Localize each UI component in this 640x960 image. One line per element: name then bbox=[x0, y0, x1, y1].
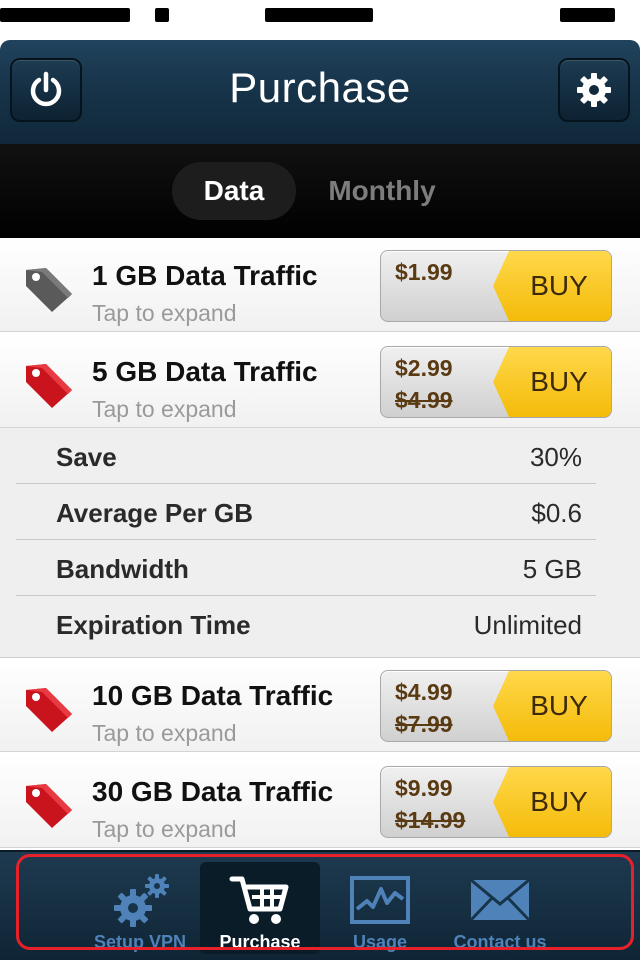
price: $4.99 bbox=[395, 679, 453, 705]
expand-hint: Tap to expand bbox=[92, 396, 237, 422]
detail-label: Bandwidth bbox=[56, 554, 189, 584]
price-tag-icon bbox=[26, 784, 72, 828]
product-row[interactable]: 1 GB Data Traffic Tap to expand $1.99 BU… bbox=[0, 238, 640, 332]
detail-value: $0.6 bbox=[531, 498, 582, 528]
gears-icon bbox=[114, 874, 169, 927]
price: $9.99 bbox=[395, 775, 453, 801]
navigation-bar: Purchase bbox=[0, 40, 640, 144]
expand-hint: Tap to expand bbox=[92, 720, 237, 746]
envelope-icon bbox=[469, 878, 531, 922]
tab-label: Contact us bbox=[453, 932, 547, 952]
chart-icon bbox=[350, 876, 410, 924]
gear-icon bbox=[577, 73, 611, 107]
detail-value: 5 GB bbox=[522, 554, 582, 584]
buy-label: BUY bbox=[493, 347, 611, 417]
product-title: 30 GB Data Traffic bbox=[92, 776, 334, 807]
original-price: $14.99 bbox=[395, 807, 466, 833]
settings-button[interactable] bbox=[558, 58, 630, 122]
detail-label: Expiration Time bbox=[56, 610, 251, 640]
buy-button[interactable]: $9.99 $14.99 BUY bbox=[380, 766, 612, 838]
price-tag-icon bbox=[26, 364, 72, 408]
segment-monthly[interactable]: Monthly bbox=[310, 162, 454, 220]
tab-bar: Setup VPN Purchase Usage Contact us bbox=[0, 850, 640, 960]
original-price: $7.99 bbox=[395, 711, 453, 737]
detail-row: Expiration Time Unlimited bbox=[16, 596, 596, 652]
expand-hint: Tap to expand bbox=[92, 300, 237, 326]
price: $1.99 bbox=[395, 259, 453, 285]
segment-data[interactable]: Data bbox=[172, 162, 296, 220]
tab-usage[interactable]: Usage bbox=[320, 862, 440, 954]
buy-label: BUY bbox=[493, 251, 611, 321]
tab-purchase[interactable]: Purchase bbox=[200, 862, 320, 954]
tab-label: Setup VPN bbox=[93, 932, 186, 952]
tab-label: Purchase bbox=[219, 932, 301, 952]
detail-row: Average Per GB $0.6 bbox=[16, 484, 596, 540]
product-row[interactable]: 5 GB Data Traffic Tap to expand $2.99 $4… bbox=[0, 334, 640, 428]
expand-hint: Tap to expand bbox=[92, 816, 237, 842]
buy-button[interactable]: $2.99 $4.99 BUY bbox=[380, 346, 612, 418]
product-title: 1 GB Data Traffic bbox=[92, 260, 318, 291]
detail-label: Save bbox=[56, 442, 117, 472]
product-title: 5 GB Data Traffic bbox=[92, 356, 318, 387]
tab-setup-vpn[interactable]: Setup VPN bbox=[80, 862, 200, 954]
detail-row: Save 30% bbox=[16, 428, 596, 484]
original-price: $4.99 bbox=[395, 387, 453, 413]
product-title: 10 GB Data Traffic bbox=[92, 680, 334, 711]
segment-control: Data Monthly bbox=[0, 144, 640, 238]
product-list: 1 GB Data Traffic Tap to expand $1.99 BU… bbox=[0, 238, 640, 850]
detail-row: Bandwidth 5 GB bbox=[16, 540, 596, 596]
buy-label: BUY bbox=[493, 767, 611, 837]
buy-label: BUY bbox=[493, 671, 611, 741]
product-details: Save 30% Average Per GB $0.6 Bandwidth 5… bbox=[0, 428, 640, 658]
price: $2.99 bbox=[395, 355, 453, 381]
product-row[interactable]: 10 GB Data Traffic Tap to expand $4.99 $… bbox=[0, 658, 640, 752]
detail-value: 30% bbox=[529, 442, 582, 472]
price-tag-icon bbox=[26, 268, 72, 312]
detail-label: Average Per GB bbox=[56, 498, 254, 528]
tab-contact-us[interactable]: Contact us bbox=[440, 862, 560, 954]
cart-icon bbox=[229, 876, 289, 924]
detail-value: Unlimited bbox=[473, 610, 582, 640]
buy-button[interactable]: $1.99 BUY bbox=[380, 250, 612, 322]
product-row[interactable]: 30 GB Data Traffic Tap to expand $9.99 $… bbox=[0, 754, 640, 848]
price-tag-icon bbox=[26, 688, 72, 732]
page-title: Purchase bbox=[229, 64, 411, 111]
status-bar bbox=[0, 0, 640, 40]
buy-button[interactable]: $4.99 $7.99 BUY bbox=[380, 670, 612, 742]
tab-label: Usage bbox=[352, 932, 408, 952]
